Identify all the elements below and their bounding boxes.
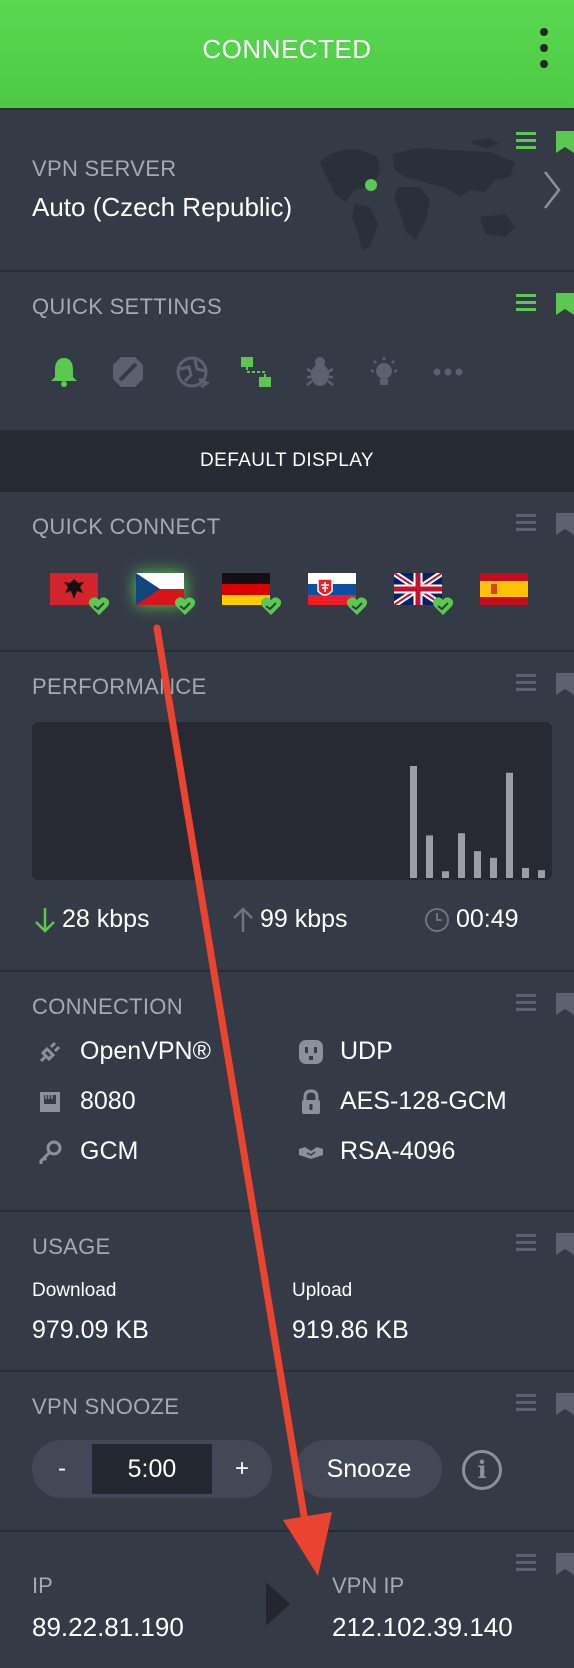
bookmark-icon[interactable] [556, 513, 574, 535]
performance-title: PERFORMANCE [32, 674, 207, 699]
network-icon[interactable] [239, 355, 273, 389]
chevron-right-icon[interactable] [542, 170, 562, 210]
bulb-icon[interactable] [367, 355, 401, 389]
handshake-icon [299, 1147, 323, 1159]
heart-check-icon [432, 597, 454, 615]
auth-value: GCM [80, 1137, 139, 1165]
quick-connect-title: QUICK CONNECT [32, 514, 221, 539]
heart-check-icon [88, 597, 110, 615]
transport-value: UDP [340, 1037, 393, 1065]
block-icon[interactable] [111, 355, 145, 389]
bookmark-icon[interactable] [556, 673, 574, 695]
vpn-server-title: VPN SERVER [32, 156, 177, 181]
vpn-ip-label: VPN IP [332, 1573, 405, 1598]
globe-icon[interactable] [175, 355, 209, 389]
quick-settings-section: QUICK SETTINGS [0, 272, 574, 430]
usage-upload-label: Upload [292, 1280, 353, 1301]
section-menu-icon[interactable] [516, 994, 536, 1012]
bookmark-icon[interactable] [556, 1233, 574, 1255]
session-duration: 00:49 [424, 905, 519, 934]
display-mode-button[interactable]: DEFAULT DISPLAY [0, 430, 574, 492]
vpn-ip-value: 212.102.39.140 [332, 1612, 513, 1642]
heart-check-icon [174, 597, 196, 615]
bookmark-icon[interactable] [556, 293, 574, 315]
section-menu-icon[interactable] [516, 1554, 536, 1572]
ip-value: 89.22.81.190 [32, 1612, 184, 1642]
usage-download-value: 979.09 KB [32, 1316, 149, 1344]
bug-icon[interactable] [303, 355, 337, 389]
usage-download-label: Download [32, 1280, 117, 1301]
flag-spain[interactable] [480, 573, 528, 605]
performance-bar [506, 772, 513, 878]
ip-arrow-icon [266, 1582, 290, 1626]
usage-title: USAGE [32, 1234, 111, 1259]
quick-connect-section: QUICK CONNECT [0, 492, 574, 652]
session-duration-value: 00:49 [456, 905, 519, 933]
key-icon [39, 1140, 62, 1164]
snooze-duration-stepper: - 5:00 + [32, 1440, 272, 1498]
more-menu-icon[interactable] [536, 28, 552, 72]
port-icon [40, 1092, 60, 1112]
connection-status: CONNECTED [202, 34, 372, 64]
usage-section: USAGE Download 979.09 KB Upload 919.86 K… [0, 1212, 574, 1372]
heart-check-icon [346, 597, 368, 615]
vpn-snooze-title: VPN SNOOZE [32, 1394, 180, 1419]
performance-bar [442, 871, 449, 878]
vpn-server-value: Auto (Czech Republic) [32, 192, 293, 222]
app-header: CONNECTED [0, 0, 574, 110]
section-menu-icon[interactable] [516, 132, 536, 150]
performance-bar [522, 867, 529, 878]
bookmark-icon[interactable] [556, 1553, 574, 1575]
snooze-button[interactable]: Snooze [296, 1440, 442, 1498]
port-value: 8080 [80, 1087, 136, 1115]
section-menu-icon[interactable] [516, 674, 536, 692]
section-menu-icon[interactable] [516, 514, 536, 532]
plug-icon [39, 1041, 61, 1063]
clock-icon [425, 907, 449, 932]
heart-check-icon [260, 597, 282, 615]
quick-settings-title: QUICK SETTINGS [32, 294, 222, 319]
cipher-value: AES-128-GCM [340, 1087, 507, 1115]
arrow-up-icon [233, 906, 253, 932]
performance-bar [538, 870, 545, 878]
socket-icon [299, 1040, 323, 1064]
performance-bar [458, 833, 465, 878]
bookmark-icon[interactable] [556, 1393, 574, 1415]
usage-upload-value: 919.86 KB [292, 1316, 409, 1344]
snooze-decrease-button[interactable]: - [32, 1440, 92, 1498]
performance-chart [32, 722, 552, 880]
section-menu-icon[interactable] [516, 1394, 536, 1412]
section-menu-icon[interactable] [516, 294, 536, 312]
vpn-server-section[interactable]: VPN SERVER Auto (Czech Republic) [0, 112, 574, 272]
lock-icon [302, 1089, 320, 1114]
performance-bar [474, 851, 481, 878]
ip-label: IP [32, 1573, 53, 1598]
more-icon[interactable] [431, 355, 465, 389]
connection-title: CONNECTION [32, 994, 183, 1019]
performance-bar [426, 835, 433, 878]
handshake-value: RSA-4096 [340, 1137, 456, 1165]
world-map-icon [320, 138, 515, 250]
performance-bar [490, 857, 497, 878]
performance-bars [410, 766, 545, 878]
bookmark-icon[interactable] [556, 131, 574, 153]
bell-icon[interactable] [47, 355, 81, 389]
upload-speed-value: 99 kbps [260, 905, 348, 933]
performance-bar [410, 766, 417, 878]
arrow-down-icon [35, 907, 55, 933]
upload-speed: 99 kbps [232, 905, 348, 934]
download-speed: 28 kbps [34, 905, 150, 934]
bookmark-icon[interactable] [556, 993, 574, 1015]
protocol-value: OpenVPN® [80, 1037, 211, 1065]
snooze-duration-value[interactable]: 5:00 [92, 1444, 212, 1494]
download-speed-value: 28 kbps [62, 905, 150, 933]
snooze-increase-button[interactable]: + [212, 1440, 272, 1498]
info-icon[interactable]: i [462, 1450, 502, 1490]
section-menu-icon[interactable] [516, 1234, 536, 1252]
